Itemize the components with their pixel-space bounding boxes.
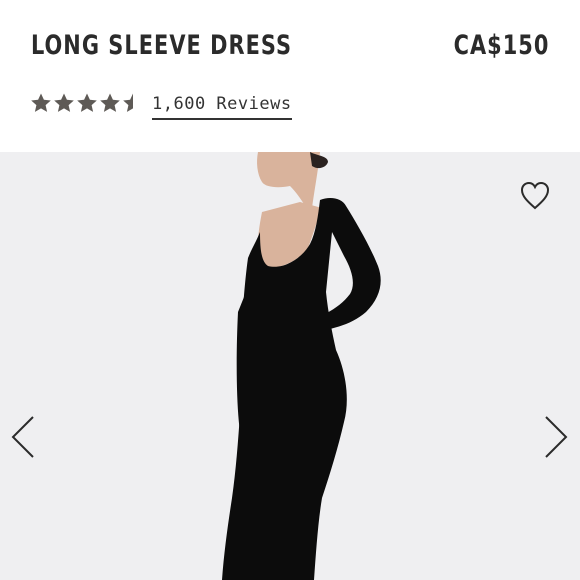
chevron-right-icon[interactable] xyxy=(543,414,569,460)
heart-icon[interactable] xyxy=(519,180,551,212)
star-icon xyxy=(100,93,120,112)
star-icon xyxy=(77,93,97,112)
star-icon xyxy=(31,93,51,112)
rating-stars xyxy=(30,92,144,114)
star-icon xyxy=(123,93,133,112)
chevron-left-icon[interactable] xyxy=(10,414,36,460)
product-title: LONG SLEEVE DRESS xyxy=(31,30,293,61)
star-icon xyxy=(54,93,74,112)
reviews-link[interactable]: 1,600 Reviews xyxy=(152,94,292,120)
product-image-carousel xyxy=(0,152,580,580)
product-header: LONG SLEEVE DRESS CA$150 1,600 Reviews xyxy=(0,0,580,152)
product-price: CA$150 xyxy=(453,30,549,61)
product-photo xyxy=(222,152,381,580)
